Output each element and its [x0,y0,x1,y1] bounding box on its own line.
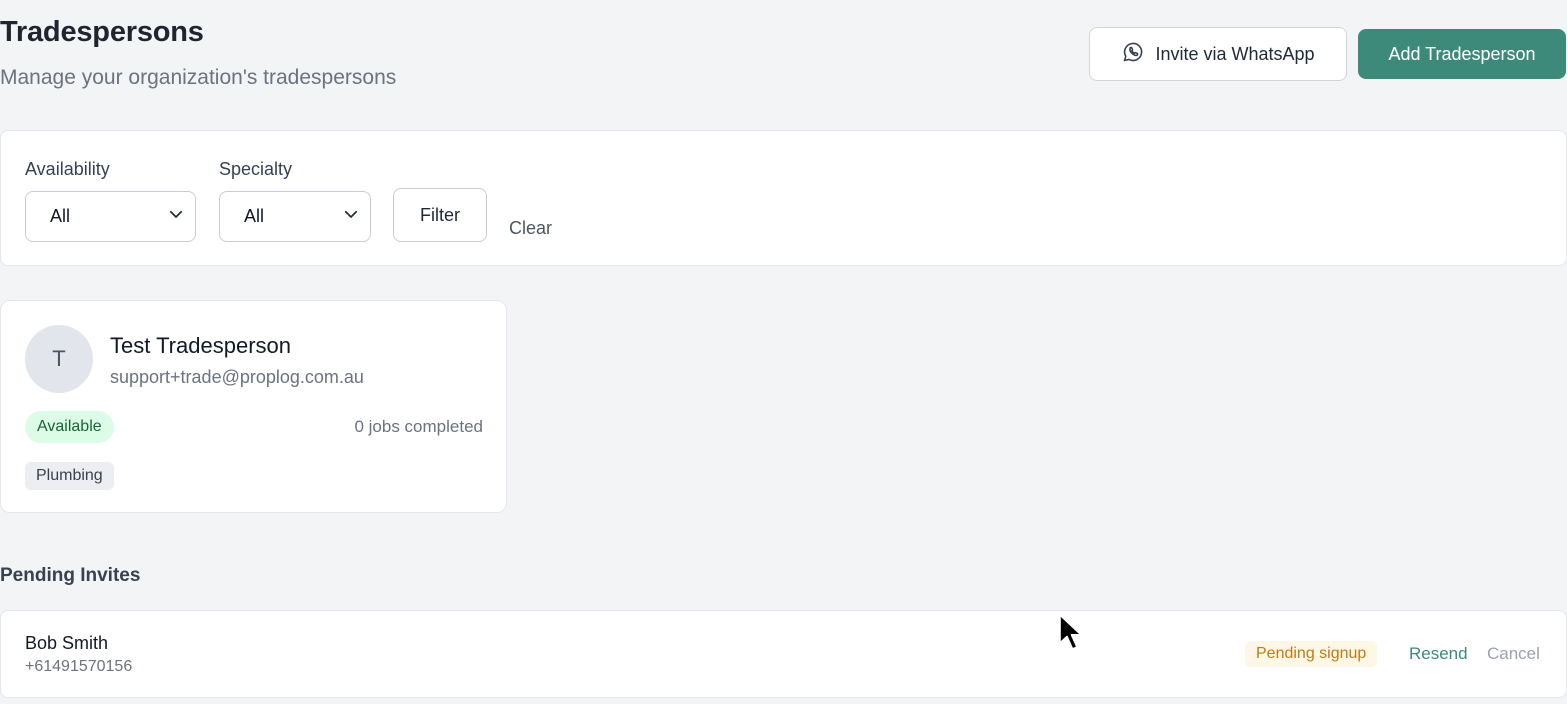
pending-invites-title: Pending Invites [0,565,141,586]
specialty-value: All [244,206,265,226]
avatar: T [25,325,93,393]
jobs-completed: 0 jobs completed [354,417,483,436]
pending-invite-row: Bob Smith +61491570156 Pending signup Re… [0,610,1567,698]
tradesperson-email: support+trade@proplog.com.au [110,367,364,387]
filter-button[interactable]: Filter [393,188,487,242]
chevron-down-icon [167,205,185,228]
invite-phone: +61491570156 [25,658,133,675]
add-tradesperson-button[interactable]: Add Tradesperson [1358,29,1566,79]
invite-whatsapp-button[interactable]: Invite via WhatsApp [1089,27,1347,81]
pending-status-badge: Pending signup [1245,641,1378,667]
tradesperson-card[interactable]: T Test Tradesperson support+trade@proplo… [0,300,507,513]
availability-label: Availability [25,159,110,179]
specialty-label: Specialty [219,159,293,179]
availability-value: All [50,206,71,226]
resend-button[interactable]: Resend [1409,644,1468,664]
page-subtitle: Manage your organization's tradespersons [0,66,397,89]
whatsapp-icon [1121,40,1145,69]
filter-panel: Availability All Specialty All Filter Cl… [0,130,1567,266]
chevron-down-icon [342,205,360,228]
cancel-button[interactable]: Cancel [1487,644,1540,664]
specialty-tag: Plumbing [25,462,114,490]
invite-whatsapp-label: Invite via WhatsApp [1155,43,1315,64]
clear-button[interactable]: Clear [509,218,552,239]
specialty-select[interactable]: All [219,191,371,242]
invite-name: Bob Smith [25,633,109,653]
page-title: Tradespersons [0,16,204,48]
status-badge: Available [25,411,114,443]
availability-select[interactable]: All [25,191,196,242]
tradesperson-name: Test Tradesperson [110,333,291,358]
